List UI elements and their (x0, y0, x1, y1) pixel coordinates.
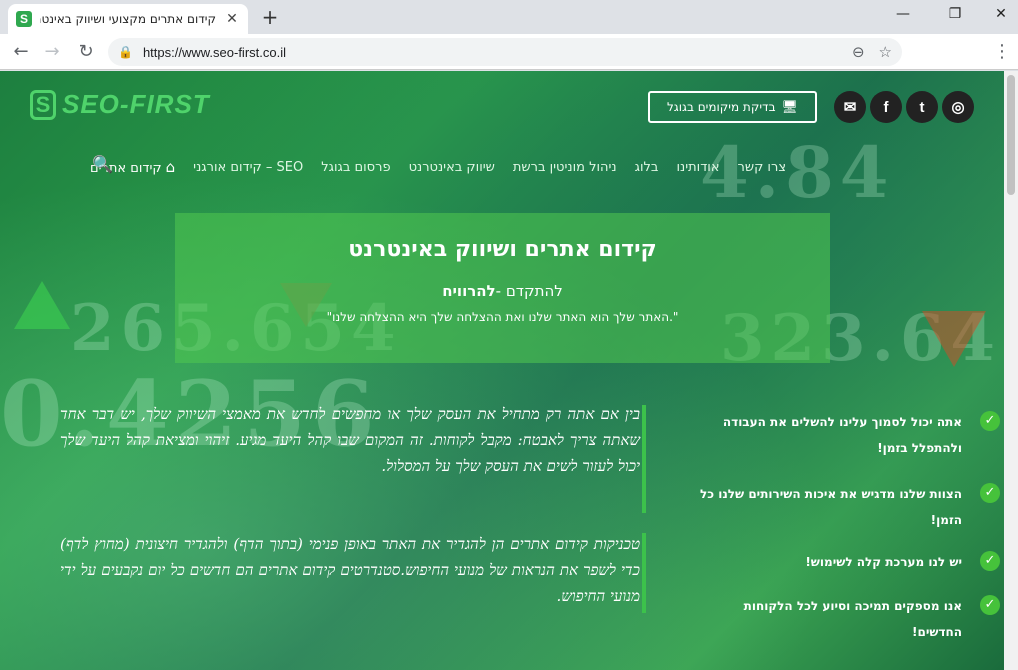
address-bar[interactable]: 🔒 https://www.seo-first.co.il ⊖ ☆ (108, 38, 902, 66)
check-rankings-label: בדיקת מיקומים בגוגל (666, 100, 776, 114)
url-text[interactable]: https://www.seo-first.co.il (143, 45, 838, 60)
reload-button[interactable]: ↻ (74, 40, 98, 64)
intro-paragraph: בין אם אתה רק מתחיל את העסק שלך או מחפשי… (60, 405, 640, 475)
feature-text: אנו מספקים תמיכה וסיוע לכל הלקוחות החדשי… (743, 599, 962, 639)
lock-icon[interactable]: 🔒 (118, 45, 133, 59)
bg-triangle-decor (922, 311, 986, 367)
web-page: 265.654 323.648 0.4256 4.84 S SEO-FIRST … (0, 71, 1004, 670)
home-icon: ⌂ (165, 158, 176, 176)
site-logo[interactable]: S SEO-FIRST (30, 89, 210, 120)
hero-sub-prefix: להתקדם - (495, 282, 563, 300)
page-scrollbar[interactable] (1004, 71, 1018, 670)
forward-button[interactable]: → (40, 40, 64, 64)
hero-subtitle: להתקדם -להרוויח (175, 282, 830, 300)
browser-tab[interactable]: S קידום אתרים מקצועי ושיווק באינטרנ ✕ (8, 4, 248, 34)
feature-item: ✓ הצוות שלנו מדגיש את איכות השירותים שלנ… (690, 481, 1002, 533)
feature-item: ✓ אתה יכול לסמוך עלינו להשלים את העבודה … (690, 409, 1002, 461)
email-icon[interactable]: ✉ (834, 91, 866, 123)
checkmark-icon: ✓ (980, 483, 1000, 503)
tab-bar: S קידום אתרים מקצועי ושיווק באינטרנ ✕ + … (0, 0, 1018, 34)
hero-title: קידום אתרים ושיווק באינטרנט (348, 237, 657, 262)
nav-item-seo[interactable]: SEO – קידום אורגני (193, 160, 303, 175)
nav-item-reputation[interactable]: ניהול מוניטין ברשת (513, 160, 617, 175)
check-rankings-button[interactable]: 🖥 בדיקת מיקומים בגוגל (648, 91, 817, 123)
bg-triangle-decor (14, 281, 70, 329)
close-window-button[interactable]: ✕ (978, 0, 1018, 30)
tab-close-icon[interactable]: ✕ (224, 11, 240, 27)
hero-box: קידום אתרים ושיווק באינטרנט להתקדם -להרו… (175, 213, 830, 363)
zoom-icon[interactable]: ⊖ (852, 43, 865, 61)
new-tab-button[interactable]: + (258, 6, 282, 28)
feature-text: אתה יכול לסמוך עלינו להשלים את העבודה ול… (722, 415, 962, 455)
browser-menu-icon[interactable]: ⋮ (992, 40, 1012, 64)
feature-text: הצוות שלנו מדגיש את איכות השירותים שלנו … (699, 487, 962, 527)
facebook-icon[interactable]: f (870, 91, 902, 123)
checkmark-icon: ✓ (980, 411, 1000, 431)
monitor-icon: 🖥 (781, 99, 799, 115)
seo-paragraph: טכניקות קידום אתרים הן להגדיר את האתר בא… (60, 535, 640, 605)
site-favicon-icon: S (16, 11, 32, 27)
browser-toolbar: ← → ↻ 🔒 https://www.seo-first.co.il ⊖ ☆ … (0, 34, 1018, 70)
nav-item-google-ads[interactable]: פרסום בגוגל (321, 160, 390, 175)
back-button[interactable]: ← (9, 40, 33, 64)
feature-text: יש לנו מערכת קלה לשימוש! (805, 555, 962, 569)
twitter-icon[interactable]: t (906, 91, 938, 123)
search-icon[interactable]: 🔍 (92, 155, 113, 175)
maximize-button[interactable]: ❐ (932, 0, 978, 30)
nav-item-contact[interactable]: צרו קשר (738, 160, 787, 175)
logo-text: SEO-FIRST (62, 89, 210, 119)
nav-item-blog[interactable]: בלוג (635, 160, 659, 175)
hero-quote: "האתר שלך הוא האתר שלנו ואת ההצלחה שלך ה… (326, 310, 679, 324)
nav-item-about[interactable]: אודותינו (676, 160, 719, 175)
paragraph-accent-bar (642, 405, 646, 513)
paragraph-accent-bar (642, 533, 646, 613)
bookmark-star-icon[interactable]: ☆ (879, 43, 892, 61)
checkmark-icon: ✓ (980, 551, 1000, 571)
tab-title: קידום אתרים מקצועי ושיווק באינטרנ (40, 12, 216, 26)
scrollbar-thumb[interactable] (1007, 75, 1015, 195)
main-nav: ⌂קידום אתרים SEO – קידום אורגני פרסום בג… (90, 155, 920, 179)
instagram-icon[interactable]: ◎ (942, 91, 974, 123)
logo-mark-icon: S (30, 89, 56, 120)
feature-item: ✓ יש לנו מערכת קלה לשימוש! (690, 549, 1002, 575)
nav-item-marketing[interactable]: שיווק באינטרנט (409, 160, 495, 175)
hero-sub-bold: להרוויח (442, 282, 496, 300)
feature-item: ✓ אנו מספקים תמיכה וסיוע לכל הלקוחות החד… (690, 593, 1002, 645)
checkmark-icon: ✓ (980, 595, 1000, 615)
minimize-button[interactable]: — (880, 0, 926, 30)
